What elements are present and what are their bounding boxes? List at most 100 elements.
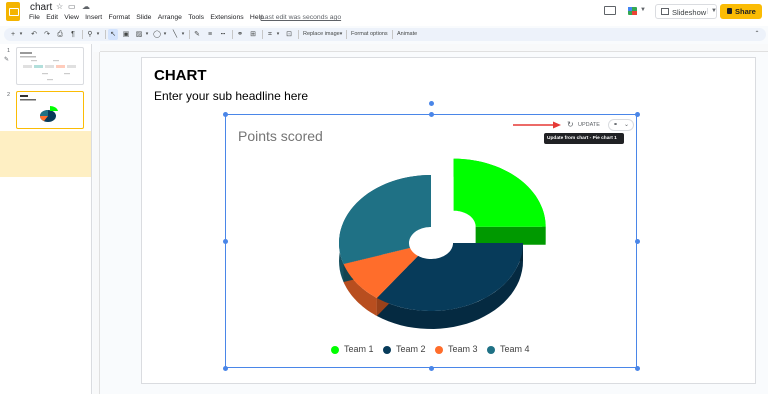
slide-thumbnail-2-preview — [20, 95, 58, 122]
animate-button[interactable]: Animate — [397, 29, 417, 40]
mask-image-icon[interactable]: ⊡ — [284, 29, 294, 40]
undo-icon[interactable]: ↶ — [29, 29, 39, 40]
menu-file[interactable]: File — [29, 14, 40, 24]
replace-image-dropdown-icon[interactable]: ▾ — [338, 29, 344, 40]
resize-handle-n[interactable] — [429, 112, 434, 117]
comments-icon[interactable] — [604, 6, 616, 15]
link-icon: ⚭ — [613, 122, 619, 128]
update-label: UPDATE — [578, 122, 600, 128]
star-icon[interactable]: ☆ — [56, 2, 63, 11]
meet-button[interactable]: ▼ — [625, 4, 647, 18]
select-cursor-icon[interactable]: ↖ — [108, 29, 118, 40]
text-box-icon[interactable]: ▣ — [121, 29, 131, 40]
update-tooltip: Update from chart - Pie chart 1 — [544, 133, 624, 144]
new-slide-dropdown-icon[interactable]: ▾ — [18, 29, 24, 40]
insert-link-icon[interactable]: ⚭ — [235, 29, 245, 40]
menu-bar: File Edit View Insert Format Slide Arran… — [29, 14, 270, 24]
shape-icon[interactable]: ◯ — [152, 29, 162, 40]
resize-handle-s[interactable] — [429, 366, 434, 371]
zoom-icon[interactable]: ⚲ — [85, 29, 95, 40]
redo-icon[interactable]: ↷ — [42, 29, 52, 40]
menu-tools[interactable]: Tools — [188, 14, 204, 24]
slide-thumbnail-1[interactable] — [16, 47, 84, 85]
legend-swatch — [383, 346, 391, 354]
embedded-chart[interactable]: Points scored ↻ UPDATE ⚭ ⌄ Update from c… — [223, 101, 640, 371]
legend-swatch — [487, 346, 495, 354]
crop-dropdown-icon[interactable]: ▾ — [275, 29, 281, 40]
slide-number: 1 — [7, 48, 11, 54]
line-dropdown-icon[interactable]: ▾ — [180, 29, 186, 40]
pie-chart — [339, 158, 546, 329]
speaker-notes-icon: ✎ — [4, 57, 10, 63]
slideshow-label: Slideshow — [672, 8, 707, 17]
slide-title[interactable]: CHART — [154, 67, 207, 84]
document-title[interactable]: chart — [30, 2, 52, 13]
resize-handle-nw[interactable] — [223, 112, 228, 117]
legend-label: Team 2 — [396, 344, 426, 354]
refresh-icon: ↻ — [567, 120, 574, 129]
filmstrip: 1 ✎ 2 — [0, 44, 92, 394]
slideshow-dropdown-icon[interactable]: ▼ — [707, 8, 717, 14]
new-slide-icon[interactable]: + — [8, 29, 18, 40]
selected-slide-highlight — [0, 131, 91, 177]
move-folder-icon[interactable]: ▭ — [68, 2, 76, 11]
slide-thumbnail-1-preview — [20, 52, 76, 81]
add-comment-icon[interactable]: ⊞ — [248, 29, 258, 40]
legend-label: Team 1 — [344, 344, 374, 354]
paint-format-icon[interactable]: ¶ — [68, 29, 78, 40]
format-options-button[interactable]: Format options — [351, 29, 388, 40]
legend-swatch — [331, 346, 339, 354]
share-button[interactable]: Share — [720, 4, 762, 19]
menu-insert[interactable]: Insert — [85, 14, 102, 24]
collapse-toolbar-icon[interactable]: ⌃ — [752, 29, 762, 40]
image-icon[interactable]: ▨ — [134, 29, 144, 40]
lock-icon — [727, 8, 732, 14]
slide-canvas[interactable]: CHART Enter your sub headline here Point… — [141, 57, 756, 384]
shape-dropdown-icon[interactable]: ▾ — [162, 29, 168, 40]
chart-title: Points scored — [238, 128, 323, 144]
linked-chart-options-button[interactable]: ⚭ ⌄ — [608, 119, 634, 131]
print-icon[interactable]: ⎙ — [55, 29, 65, 40]
line-icon[interactable]: ╲ — [170, 29, 180, 40]
menu-extensions[interactable]: Extensions — [210, 14, 243, 24]
chevron-down-icon: ▼ — [640, 7, 646, 13]
crop-icon[interactable]: ⌗ — [265, 29, 275, 40]
share-label: Share — [735, 7, 756, 16]
resize-handle-sw[interactable] — [223, 366, 228, 371]
replace-image-button[interactable]: Replace image — [303, 29, 340, 40]
slideshow-icon — [661, 8, 669, 15]
horizontal-ruler[interactable] — [100, 44, 768, 52]
menu-arrange[interactable]: Arrange — [158, 14, 182, 24]
rotate-handle[interactable] — [429, 101, 434, 106]
slide-thumbnail-2[interactable] — [16, 91, 84, 129]
pie-slice-wall-1 — [475, 226, 546, 245]
legend-label: Team 3 — [448, 344, 478, 354]
chevron-down-icon: ⌄ — [624, 122, 630, 128]
menu-view[interactable]: View — [64, 14, 79, 24]
resize-handle-w[interactable] — [223, 239, 228, 244]
resize-handle-ne[interactable] — [635, 112, 640, 117]
slide-number: 2 — [7, 92, 11, 98]
border-weight-icon[interactable]: ≡ — [205, 29, 215, 40]
pie-slice-1 — [453, 158, 546, 227]
legend-label: Team 4 — [500, 344, 530, 354]
toolbar: + ▾ ↶ ↷ ⎙ ¶ ⚲ ▾ ↖ ▣ ▨ ▾ ◯ ▾ ╲ ▾ ✎ ≡ ┅ ⚭ … — [4, 28, 766, 41]
resize-handle-se[interactable] — [635, 366, 640, 371]
slides-logo-icon[interactable] — [6, 2, 20, 21]
pie-slice-4 — [339, 175, 431, 264]
slide-subtitle[interactable]: Enter your sub headline here — [154, 89, 308, 103]
menu-format[interactable]: Format — [108, 14, 130, 24]
update-chart-button[interactable]: ↻ UPDATE — [566, 119, 604, 131]
vertical-ruler[interactable] — [93, 52, 100, 394]
border-color-icon[interactable]: ✎ — [192, 29, 202, 40]
menu-slide[interactable]: Slide — [136, 14, 151, 24]
image-dropdown-icon[interactable]: ▾ — [144, 29, 150, 40]
legend-swatch — [435, 346, 443, 354]
slideshow-button[interactable]: Slideshow ▼ — [655, 4, 717, 19]
border-dash-icon[interactable]: ┅ — [218, 29, 228, 40]
cloud-status-icon[interactable]: ☁ — [82, 2, 90, 11]
last-edit-link[interactable]: Last edit was seconds ago — [261, 14, 341, 21]
zoom-dropdown-icon[interactable]: ▾ — [95, 29, 101, 40]
menu-edit[interactable]: Edit — [46, 14, 58, 24]
resize-handle-e[interactable] — [635, 239, 640, 244]
